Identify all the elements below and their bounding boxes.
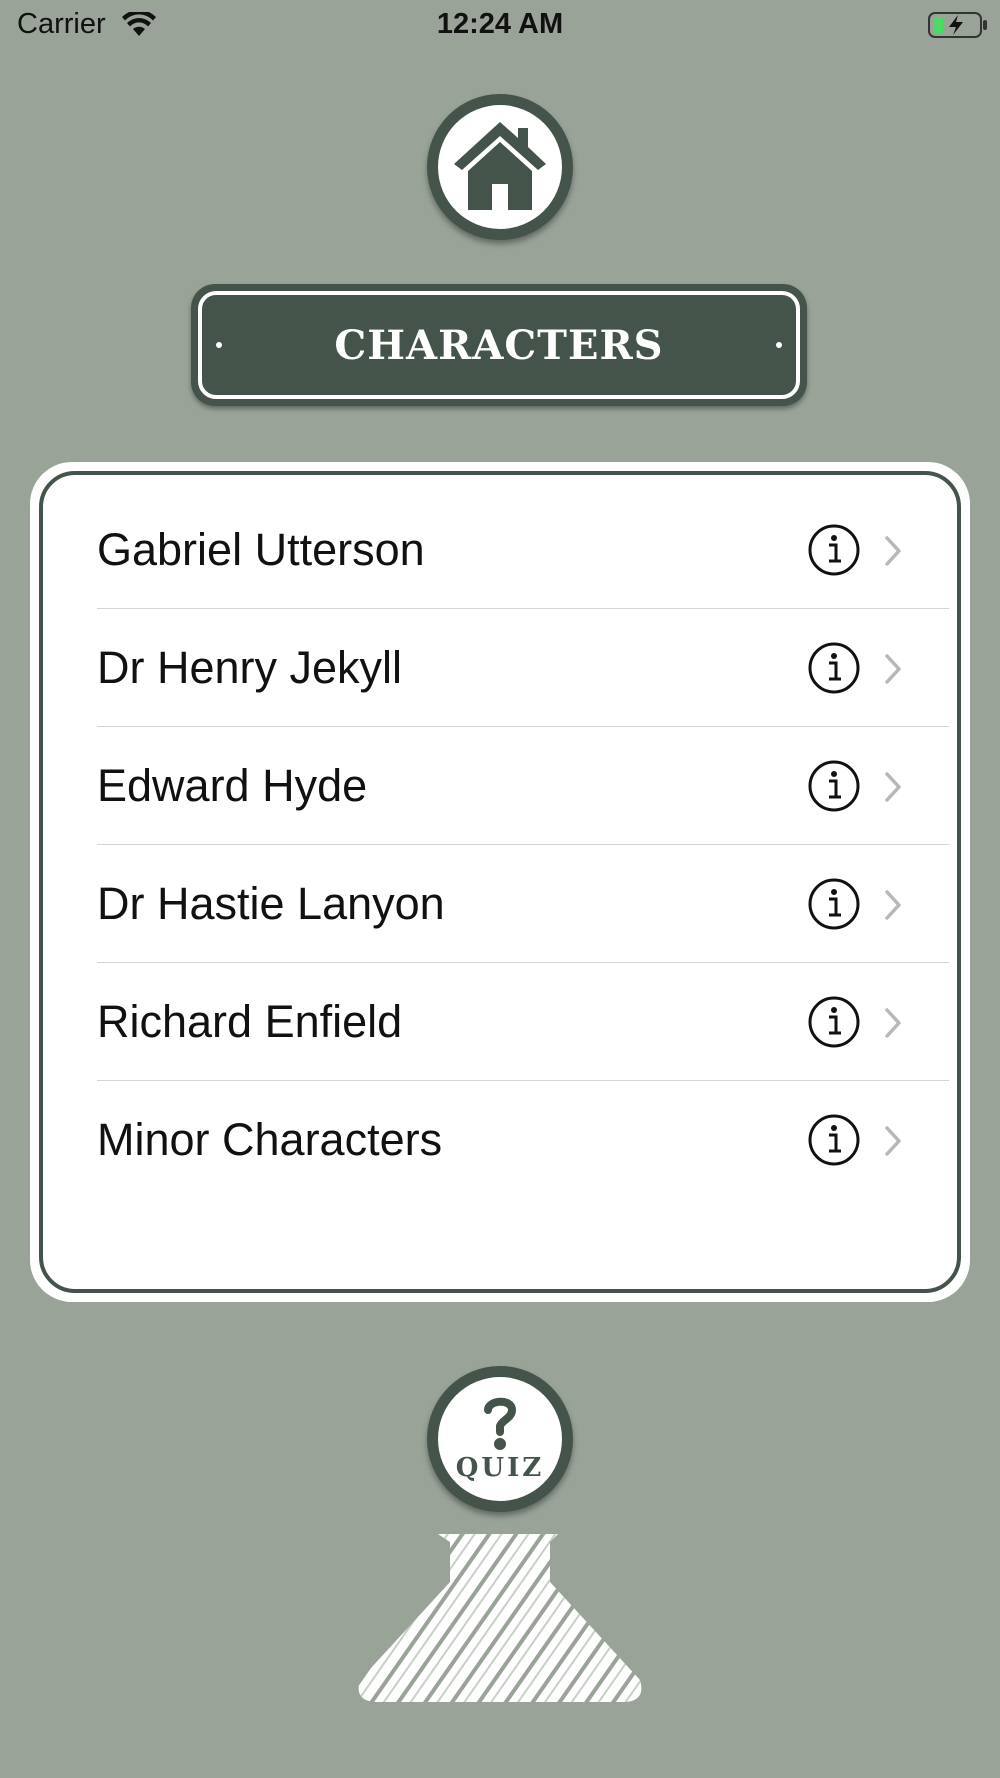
list-item-edward-hyde[interactable]: Edward Hyde bbox=[97, 727, 949, 845]
list-item-richard-enfield[interactable]: Richard Enfield bbox=[97, 963, 949, 1081]
home-icon bbox=[448, 118, 552, 217]
chevron-right-icon bbox=[883, 889, 903, 921]
chevron-right-icon bbox=[883, 1007, 903, 1039]
chevron-right-icon bbox=[883, 535, 903, 567]
list-item-dr-henry-jekyll[interactable]: Dr Henry Jekyll bbox=[97, 609, 949, 727]
info-icon[interactable] bbox=[807, 995, 861, 1049]
quiz-label: QUIZ bbox=[455, 1452, 545, 1483]
plaque-dot-left bbox=[216, 342, 222, 348]
list-item-label: Dr Hastie Lanyon bbox=[97, 877, 445, 929]
chevron-right-icon bbox=[883, 653, 903, 685]
info-icon[interactable] bbox=[807, 877, 861, 931]
character-list: Gabriel Utterson Dr Henry Jekyll Edward bbox=[97, 491, 949, 1199]
info-icon[interactable] bbox=[807, 1113, 861, 1167]
chevron-right-icon bbox=[883, 1125, 903, 1157]
info-icon[interactable] bbox=[807, 641, 861, 695]
info-icon[interactable] bbox=[807, 523, 861, 577]
list-item-label: Minor Characters bbox=[97, 1114, 443, 1165]
list-item-minor-characters[interactable]: Minor Characters bbox=[97, 1081, 949, 1199]
status-bar: Carrier 12:24 AM bbox=[0, 0, 1000, 50]
list-item-label: Edward Hyde bbox=[97, 759, 368, 811]
home-button[interactable] bbox=[427, 94, 573, 240]
battery-charging-icon bbox=[928, 12, 988, 43]
flask-icon bbox=[354, 1532, 646, 1709]
list-item-label: Gabriel Utterson bbox=[97, 523, 425, 575]
quiz-button-face: QUIZ bbox=[438, 1377, 562, 1501]
list-item-label: Dr Henry Jekyll bbox=[97, 641, 403, 693]
home-button-face bbox=[438, 105, 562, 229]
page-title-plaque: CHARACTERS bbox=[191, 284, 807, 406]
quiz-button[interactable]: QUIZ bbox=[427, 1366, 573, 1512]
title-frame: CHARACTERS bbox=[198, 291, 800, 399]
card-border: Gabriel Utterson Dr Henry Jekyll Edward bbox=[39, 471, 961, 1293]
info-icon[interactable] bbox=[807, 759, 861, 813]
list-item-label: Richard Enfield bbox=[97, 995, 403, 1047]
question-mark-icon bbox=[480, 1396, 520, 1457]
chevron-right-icon bbox=[883, 771, 903, 803]
list-item-gabriel-utterson[interactable]: Gabriel Utterson bbox=[97, 491, 949, 609]
clock: 12:24 AM bbox=[436, 8, 564, 40]
page-title: CHARACTERS bbox=[334, 321, 664, 369]
character-list-card: Gabriel Utterson Dr Henry Jekyll Edward bbox=[30, 462, 970, 1302]
plaque-dot-right bbox=[776, 342, 782, 348]
list-item-dr-hastie-lanyon[interactable]: Dr Hastie Lanyon bbox=[97, 845, 949, 963]
